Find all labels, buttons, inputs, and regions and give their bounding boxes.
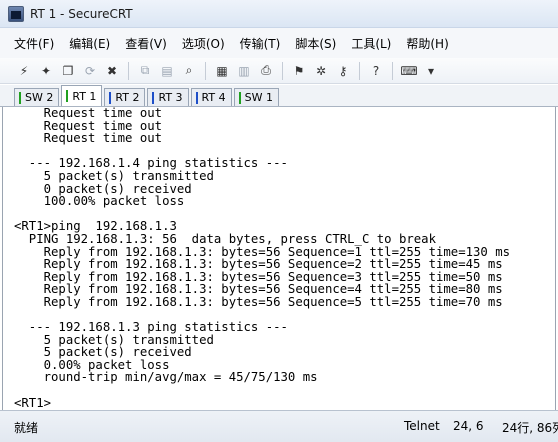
disconnect-icon[interactable]: ✖ [102, 61, 122, 81]
toolbar-separator [359, 61, 360, 80]
session-options-icon[interactable]: ⚑ [289, 61, 309, 81]
tab-status-marker [109, 91, 112, 104]
tab-label: RT 2 [115, 91, 140, 104]
status-cursor-position: 24, 6 [453, 419, 484, 433]
status-bar: 就绪 Telnet 24, 6 24行, 86列 [0, 410, 558, 442]
terminal-line: round-trip min/avg/max = 45/75/130 ms [14, 370, 318, 385]
toolbar-separator [205, 61, 206, 80]
menu-edit[interactable]: 编辑(E) [69, 35, 110, 52]
terminal-line: Reply from 192.168.1.3: bytes=56 Sequenc… [14, 257, 503, 272]
tab-status-marker [238, 91, 241, 104]
toolbar-separator [282, 61, 283, 80]
menu-script[interactable]: 脚本(S) [295, 35, 336, 52]
tab-sw-2[interactable]: SW 2 [14, 88, 60, 106]
tab-label: SW 2 [25, 91, 54, 104]
reconnect-icon[interactable]: ⟳ [80, 61, 100, 81]
tab-label: RT 1 [72, 89, 97, 103]
terminal-line: PING 192.168.1.3: 56 data bytes, press C… [14, 231, 436, 246]
tab-status-marker [66, 90, 69, 102]
paste-icon[interactable]: ▤ [157, 61, 177, 81]
terminal-line: 5 packet(s) transmitted [14, 168, 214, 183]
terminal-line: <RT1> [14, 395, 52, 410]
terminal-line: Request time out [14, 107, 163, 120]
terminal-line: 5 packet(s) received [14, 345, 192, 360]
title-bar: RT 1 - SecureCRT [0, 0, 558, 28]
menu-view[interactable]: 查看(V) [125, 35, 167, 52]
menu-bar: 文件(F) 编辑(E) 查看(V) 选项(O) 传输(T) 脚本(S) 工具(L… [0, 28, 558, 58]
keymap-icon[interactable]: ⌨ [399, 61, 419, 81]
find-icon[interactable]: ⌕ [179, 61, 199, 81]
menu-tools[interactable]: 工具(L) [351, 35, 391, 52]
menu-options[interactable]: 选项(O) [182, 35, 225, 52]
toolbar: ⚡ ✦ ❐ ⟳ ✖ ⧉ ▤ ⌕ ▦ ▥ ⎙ ⚑ ✲ ⚷? ⌨ ▾ [0, 58, 558, 84]
tab-label: SW 1 [244, 91, 273, 104]
terminal-output[interactable]: Request time out Request time out Reques… [2, 107, 556, 410]
connect-icon[interactable]: ⚡ [14, 61, 34, 81]
tab-rt-4[interactable]: RT 4 [190, 88, 232, 106]
print-selection-icon[interactable]: ▥ [234, 61, 254, 81]
quick-connect-icon[interactable]: ✦ [36, 61, 56, 81]
copy-icon[interactable]: ⧉ [135, 61, 155, 81]
key-icon[interactable]: ⚷ [333, 61, 353, 81]
status-terminal-size: 24行, 86列 [502, 421, 558, 435]
tab-sw-1[interactable]: SW 1 [233, 88, 279, 106]
terminal-line: 100.00% packet loss [14, 194, 185, 209]
session-tab-bar: SW 2 RT 1 RT 2 RT 3 RT 4 SW 1 [0, 85, 558, 107]
window-title: RT 1 - SecureCRT [30, 6, 133, 21]
toolbar-overflow-icon[interactable]: ▾ [421, 61, 441, 81]
connect-tab-icon[interactable]: ❐ [58, 61, 78, 81]
menu-help[interactable]: 帮助(H) [406, 35, 448, 52]
tab-status-marker [195, 91, 198, 104]
menu-file[interactable]: 文件(F) [14, 35, 54, 52]
tab-status-marker [19, 91, 21, 104]
tab-rt-1[interactable]: RT 1 [61, 85, 103, 106]
terminal-line: --- 192.168.1.3 ping statistics --- [14, 320, 288, 335]
toolbar-separator [392, 61, 393, 80]
global-options-icon[interactable]: ✲ [311, 61, 331, 81]
status-protocol: Telnet [404, 419, 440, 433]
toolbar-separator [128, 61, 129, 80]
menu-transfer[interactable]: 传输(T) [240, 35, 281, 52]
tab-rt-3[interactable]: RT 3 [147, 88, 189, 106]
status-ready: 就绪 [14, 421, 39, 435]
tab-label: RT 4 [201, 91, 226, 104]
tab-status-marker [152, 91, 155, 104]
tab-rt-2[interactable]: RT 2 [104, 88, 146, 106]
securecrt-app-icon [8, 5, 24, 22]
tab-label: RT 3 [158, 91, 183, 104]
terminal-line: Request time out [14, 131, 163, 146]
print-icon[interactable]: ⎙ [256, 61, 276, 81]
terminal-line: Reply from 192.168.1.3: bytes=56 Sequenc… [14, 294, 503, 309]
print-setup-icon[interactable]: ▦ [212, 61, 232, 81]
help-icon[interactable]: ? [366, 61, 386, 81]
